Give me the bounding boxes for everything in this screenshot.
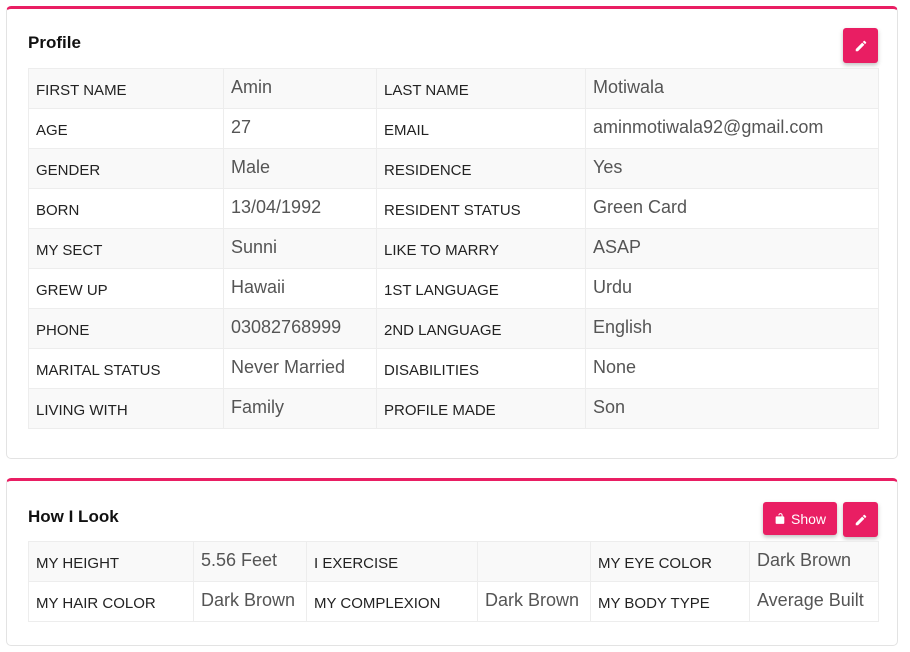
- table-row: MY HEIGHT 5.56 Feet I EXERCISE MY EYE CO…: [28, 541, 879, 582]
- field-label: MY HAIR COLOR: [28, 581, 194, 622]
- field-value: Family: [223, 388, 377, 429]
- field-label: RESIDENT STATUS: [376, 188, 586, 229]
- how-i-look-card: How I Look Show MY HEIGHT 5.56 Feet I EX…: [6, 478, 898, 646]
- field-value: 5.56 Feet: [193, 541, 307, 582]
- show-button[interactable]: Show: [763, 502, 837, 535]
- field-value: Dark Brown: [749, 541, 879, 582]
- field-value: 27: [223, 108, 377, 149]
- field-label: 2ND LANGUAGE: [376, 308, 586, 349]
- table-row: AGE 27 EMAIL aminmotiwala92@gmail.com: [28, 108, 879, 149]
- field-value: Sunni: [223, 228, 377, 269]
- table-row: FIRST NAME Amin LAST NAME Motiwala: [28, 68, 879, 109]
- field-value: Motiwala: [585, 68, 879, 109]
- field-label: 1ST LANGUAGE: [376, 268, 586, 309]
- field-value: Average Built: [749, 581, 879, 622]
- field-value: Green Card: [585, 188, 879, 229]
- field-value: Amin: [223, 68, 377, 109]
- show-button-label: Show: [790, 510, 827, 527]
- field-label: RESIDENCE: [376, 148, 586, 189]
- field-value: None: [585, 348, 879, 389]
- table-row: BORN 13/04/1992 RESIDENT STATUS Green Ca…: [28, 188, 879, 229]
- table-row: MY SECT Sunni LIKE TO MARRY ASAP: [28, 228, 879, 269]
- field-label: I EXERCISE: [306, 541, 478, 582]
- field-value: Hawaii: [223, 268, 377, 309]
- table-row: GREW UP Hawaii 1ST LANGUAGE Urdu: [28, 268, 879, 309]
- table-row: LIVING WITH Family PROFILE MADE Son: [28, 388, 879, 429]
- field-value: Dark Brown: [477, 581, 591, 622]
- pencil-icon: [854, 513, 868, 527]
- field-label: MY COMPLEXION: [306, 581, 478, 622]
- profile-title: Profile: [28, 33, 81, 52]
- field-label: GENDER: [28, 148, 224, 189]
- field-value: Male: [223, 148, 377, 189]
- look-table: MY HEIGHT 5.56 Feet I EXERCISE MY EYE CO…: [28, 541, 879, 622]
- field-value: Never Married: [223, 348, 377, 389]
- field-label: BORN: [28, 188, 224, 229]
- field-label: LIVING WITH: [28, 388, 224, 429]
- field-label: LAST NAME: [376, 68, 586, 109]
- table-row: MY HAIR COLOR Dark Brown MY COMPLEXION D…: [28, 581, 879, 622]
- field-value: Dark Brown: [193, 581, 307, 622]
- table-row: GENDER Male RESIDENCE Yes: [28, 148, 879, 189]
- how-i-look-title: How I Look: [28, 507, 119, 526]
- field-value: ASAP: [585, 228, 879, 269]
- profile-card: Profile FIRST NAME Amin LAST NAME Motiwa…: [6, 6, 898, 459]
- field-label: MY HEIGHT: [28, 541, 194, 582]
- field-label: MY SECT: [28, 228, 224, 269]
- field-value: Yes: [585, 148, 879, 189]
- table-row: MARITAL STATUS Never Married DISABILITIE…: [28, 348, 879, 389]
- field-label: GREW UP: [28, 268, 224, 309]
- field-label: MY EYE COLOR: [590, 541, 750, 582]
- field-value: Son: [585, 388, 879, 429]
- field-value: 13/04/1992: [223, 188, 377, 229]
- field-value: 03082768999: [223, 308, 377, 349]
- field-value: English: [585, 308, 879, 349]
- field-label: PROFILE MADE: [376, 388, 586, 429]
- field-label: EMAIL: [376, 108, 586, 149]
- field-label: PHONE: [28, 308, 224, 349]
- field-label: MARITAL STATUS: [28, 348, 224, 389]
- look-edit-button[interactable]: [843, 502, 878, 537]
- unlock-icon: [774, 512, 787, 525]
- field-label: DISABILITIES: [376, 348, 586, 389]
- field-value: [477, 541, 591, 582]
- field-label: AGE: [28, 108, 224, 149]
- profile-table: FIRST NAME Amin LAST NAME Motiwala AGE 2…: [28, 68, 879, 429]
- pencil-icon: [854, 39, 868, 53]
- table-row: PHONE 03082768999 2ND LANGUAGE English: [28, 308, 879, 349]
- field-label: MY BODY TYPE: [590, 581, 750, 622]
- field-value: aminmotiwala92@gmail.com: [585, 108, 879, 149]
- field-label: LIKE TO MARRY: [376, 228, 586, 269]
- field-value: Urdu: [585, 268, 879, 309]
- profile-edit-button[interactable]: [843, 28, 878, 63]
- field-label: FIRST NAME: [28, 68, 224, 109]
